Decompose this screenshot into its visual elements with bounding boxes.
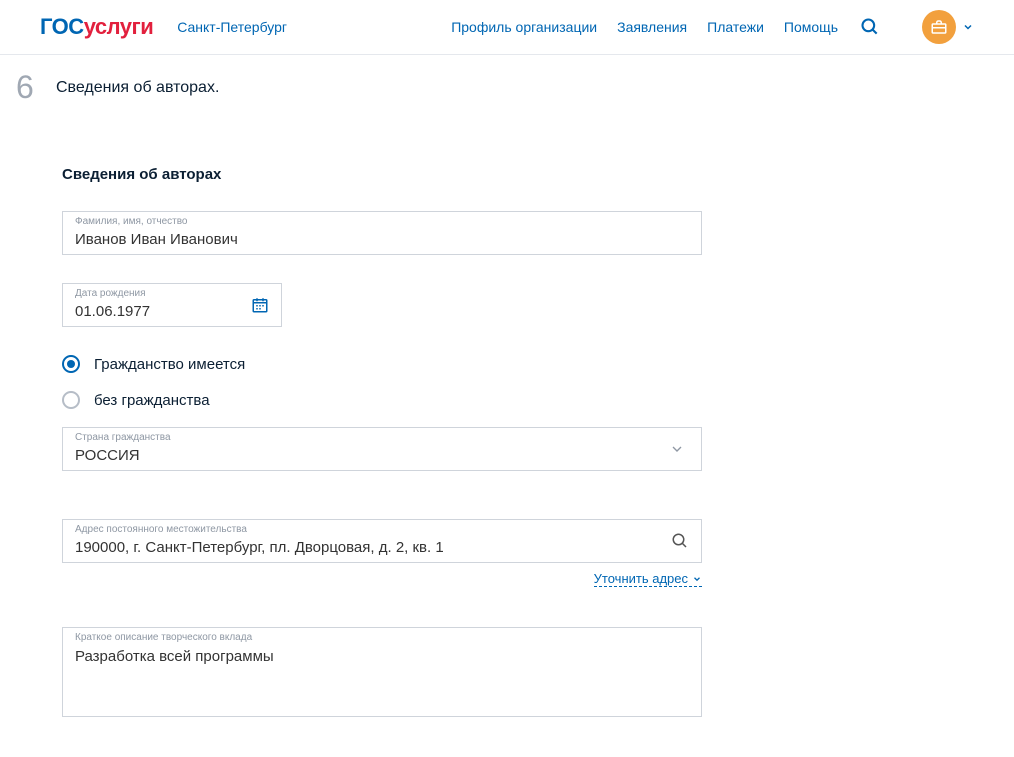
chevron-down-icon (692, 574, 702, 584)
radio-none-label: без гражданства (94, 392, 210, 409)
country-label: Страна гражданства (75, 432, 171, 443)
section-heading: Сведения об авторах (62, 166, 950, 183)
calendar-icon[interactable] (251, 296, 269, 314)
step-header: 6 Сведения об авторах. (16, 75, 950, 106)
search-icon[interactable] (858, 15, 882, 39)
address-input[interactable] (75, 539, 689, 558)
fullname-field[interactable]: Фамилия, имя, отчество (62, 211, 702, 255)
fullname-input[interactable] (75, 231, 689, 250)
nav-help[interactable]: Помощь (784, 19, 838, 35)
address-field[interactable]: Адрес постоянного местожительства (62, 519, 702, 563)
radio-has-citizenship[interactable]: Гражданство имеется (62, 355, 702, 373)
main-content: 6 Сведения об авторах. Сведения об автор… (0, 55, 950, 757)
nav-applications[interactable]: Заявления (617, 19, 687, 35)
contribution-label: Краткое описание творческого вклада (75, 632, 252, 643)
fullname-label: Фамилия, имя, отчество (75, 216, 188, 227)
nav-profile-org[interactable]: Профиль организации (451, 19, 597, 35)
profile-menu[interactable] (922, 10, 974, 44)
nav: Профиль организации Заявления Платежи По… (451, 10, 974, 44)
step-title: Сведения об авторах. (56, 79, 219, 97)
radio-has-label: Гражданство имеется (94, 356, 245, 373)
step-number: 6 (16, 69, 56, 106)
contribution-field[interactable]: Краткое описание творческого вклада (62, 627, 702, 717)
contribution-input[interactable] (75, 648, 689, 708)
search-icon[interactable] (671, 532, 689, 550)
address-label: Адрес постоянного местожительства (75, 524, 247, 535)
briefcase-icon (922, 10, 956, 44)
radio-selected-icon (62, 355, 80, 373)
logo-uslugi: услуги (84, 14, 154, 40)
country-select[interactable]: Страна гражданства (62, 427, 702, 471)
nav-payments[interactable]: Платежи (707, 19, 764, 35)
refine-address-text: Уточнить адрес (594, 571, 688, 586)
logo[interactable]: госуслуги (40, 14, 153, 40)
birthdate-field[interactable]: Дата рождения (62, 283, 282, 327)
header: госуслуги Санкт-Петербург Профиль органи… (0, 0, 1014, 55)
birthdate-input[interactable] (75, 303, 269, 322)
radio-no-citizenship[interactable]: без гражданства (62, 391, 702, 409)
refine-address-link[interactable]: Уточнить адрес (594, 571, 702, 587)
form-column: Фамилия, имя, отчество Дата рождения Гра… (62, 211, 702, 717)
radio-unselected-icon (62, 391, 80, 409)
logo-gos: гос (40, 14, 84, 40)
city-selector[interactable]: Санкт-Петербург (177, 19, 287, 35)
chevron-down-icon (962, 21, 974, 33)
country-value[interactable] (75, 447, 689, 466)
birthdate-label: Дата рождения (75, 288, 146, 299)
